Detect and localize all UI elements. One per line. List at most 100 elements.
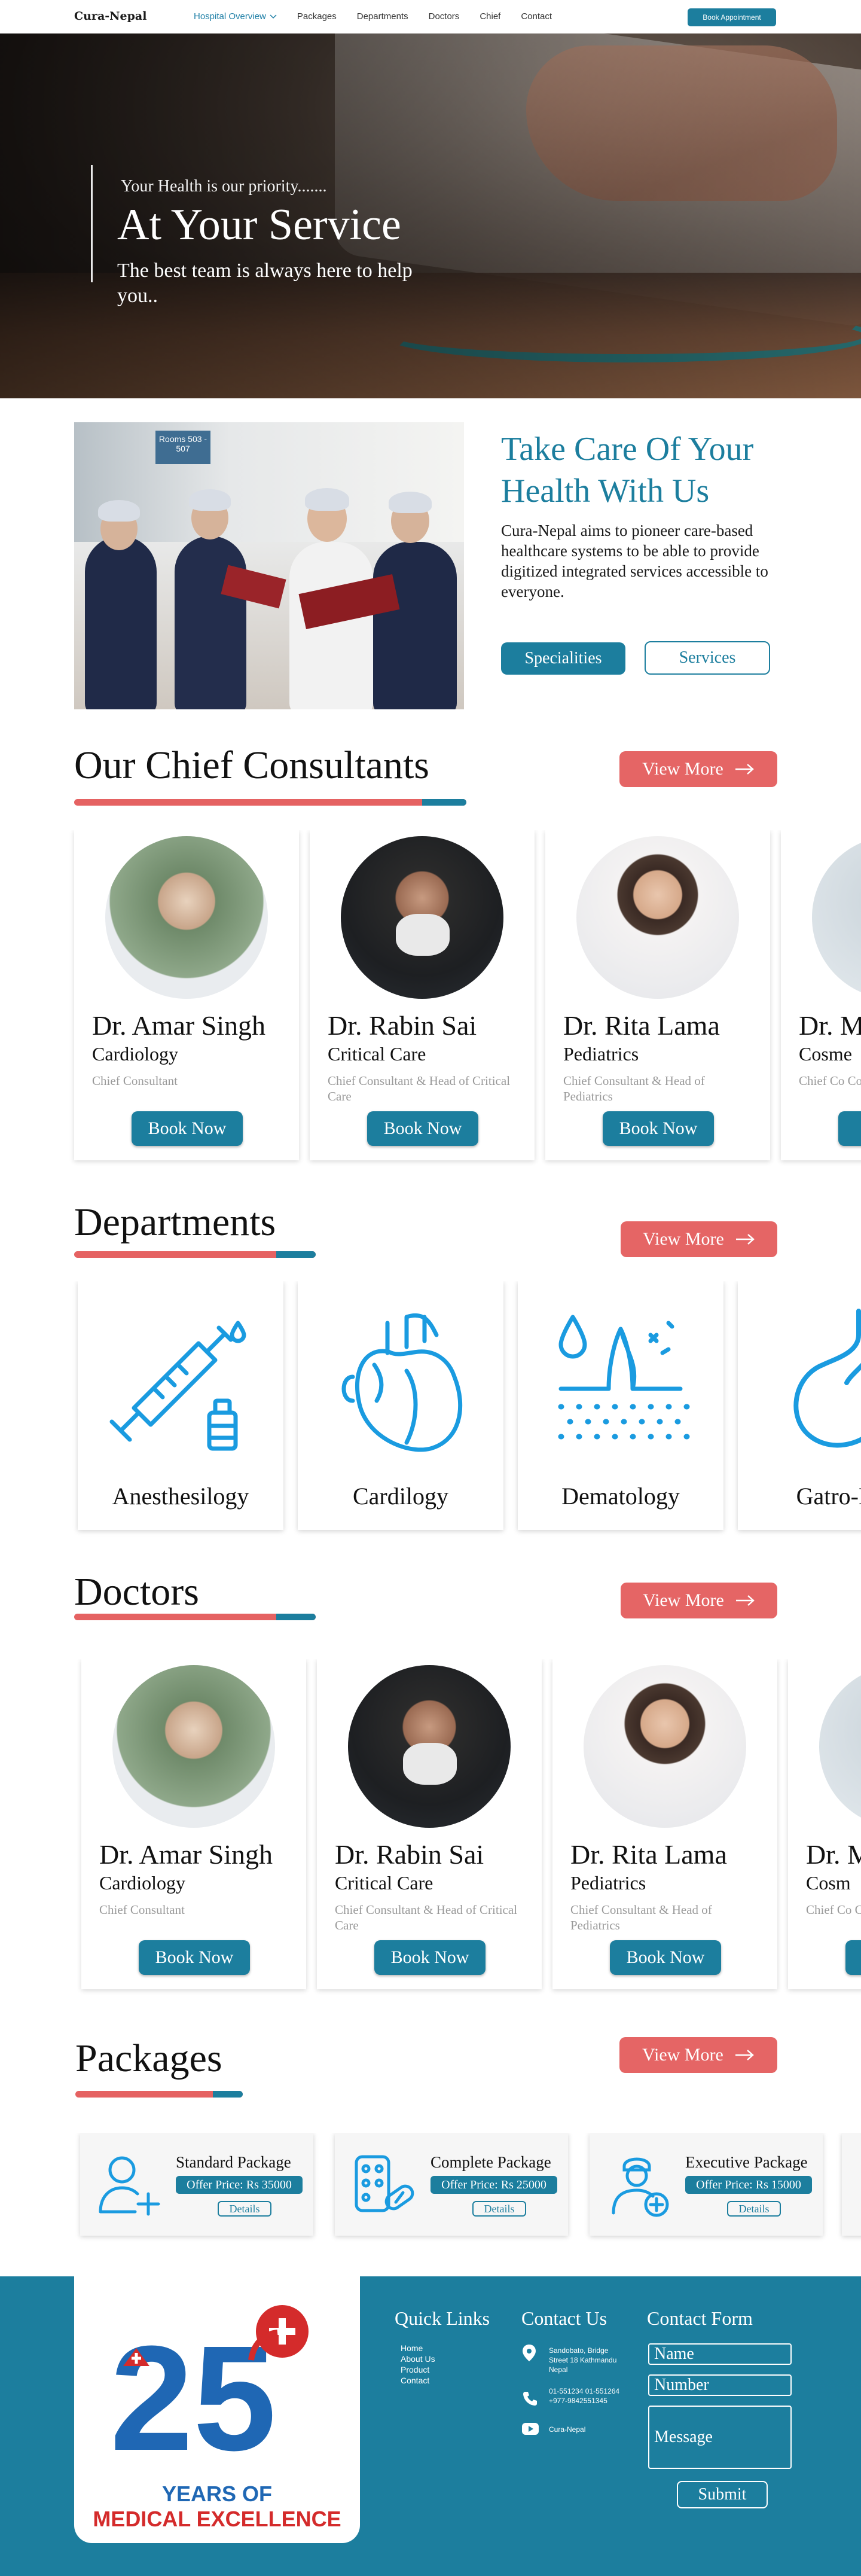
footer-link-about[interactable]: About Us xyxy=(401,2354,435,2364)
book-now-button[interactable]: Book Now xyxy=(139,1940,250,1975)
doctor-role: Chief Co Cosmetic xyxy=(806,1903,861,1917)
message-field[interactable]: Message xyxy=(648,2406,792,2469)
department-card[interactable]: Anesthesilogy xyxy=(78,1281,283,1530)
department-name: Gatro-En xyxy=(796,1483,861,1510)
anniversary-logo: 25 YEARS OF MEDICAL EXCELLENCE xyxy=(74,2276,360,2543)
package-offer: Offer Price: Rs 15000 xyxy=(685,2176,812,2194)
department-card[interactable]: Dematology xyxy=(518,1281,723,1530)
nav-departments[interactable]: Departments xyxy=(357,11,408,22)
phone-numbers: 01-551234 01-551264 +977-9842551345 xyxy=(549,2387,620,2405)
department-name: Anesthesilogy xyxy=(112,1483,249,1510)
submit-button[interactable]: Submit xyxy=(677,2481,768,2508)
doctor-role: Chief Consultant xyxy=(92,1074,178,1088)
package-offer: Offer Price: Rs 25000 xyxy=(430,2176,557,2194)
arrow-right-icon xyxy=(735,764,754,775)
quick-links-title: Quick Links xyxy=(395,2307,490,2329)
package-card[interactable] xyxy=(842,2133,861,2236)
number-field[interactable]: Number xyxy=(648,2374,792,2396)
chief-view-more-button[interactable]: View More xyxy=(619,751,777,787)
doctor-name: Dr. Amar Singh xyxy=(92,1010,266,1041)
svg-text:25: 25 xyxy=(110,2315,276,2482)
nav-hospital-overview[interactable]: Hospital Overview xyxy=(194,11,277,22)
about-team-photo: Rooms 503 - 507 xyxy=(74,422,464,709)
departments-view-more-button[interactable]: View More xyxy=(621,1221,777,1257)
book-now-button[interactable] xyxy=(845,1940,861,1975)
arrow-right-icon xyxy=(735,2050,754,2060)
doctor-card: Dr. M Cosme Chief Co Cosmetic B xyxy=(781,830,861,1160)
doctors-view-more-button[interactable]: View More xyxy=(621,1583,777,1618)
packages-row: Standard Package Offer Price: Rs 35000 D… xyxy=(0,2133,861,2249)
youtube-icon[interactable] xyxy=(521,2422,539,2435)
doctor-cross-icon xyxy=(612,2157,669,2217)
doctor-avatar xyxy=(341,836,503,999)
about-title: Take Care Of Your Health With Us xyxy=(501,431,754,510)
hero-accent-bar xyxy=(91,165,93,282)
package-offer: Offer Price: Rs 35000 xyxy=(176,2176,303,2194)
footer-link-contact[interactable]: Contact xyxy=(401,2376,429,2385)
section-underline xyxy=(74,1614,316,1620)
syringe-icon xyxy=(109,1321,246,1451)
hero-pretitle: Your Health is our priority....... xyxy=(121,177,327,196)
youtube-channel[interactable]: Cura-Nepal xyxy=(549,2425,585,2434)
doctor-card: Dr. Amar Singh Cardiology Chief Consulta… xyxy=(74,830,299,1160)
book-now-button[interactable]: Book Now xyxy=(367,1111,478,1146)
svg-text:MEDICAL EXCELLENCE: MEDICAL EXCELLENCE xyxy=(93,2507,341,2531)
doctor-avatar xyxy=(112,1665,275,1828)
contact-form-title: Contact Form xyxy=(647,2307,753,2329)
book-now-button[interactable]: Book Now xyxy=(610,1940,721,1975)
doctor-card: Dr. Rabin Sai Critical Care Chief Consul… xyxy=(317,1659,542,1989)
book-appointment-button[interactable]: Book Appointment xyxy=(688,8,776,26)
package-card[interactable]: Executive Package Offer Price: Rs 15000 … xyxy=(590,2133,823,2236)
department-card[interactable]: Gatro-En xyxy=(738,1281,861,1530)
doctor-specialty: Critical Care xyxy=(328,1043,426,1065)
packages-view-more-button[interactable]: View More xyxy=(619,2037,777,2073)
nav-chief[interactable]: Chief xyxy=(480,11,500,22)
book-now-button[interactable]: Book Now xyxy=(132,1111,243,1146)
doctor-specialty: Cosm xyxy=(806,1872,851,1894)
skin-layer-icon xyxy=(558,1315,690,1440)
doctor-name: Dr. Amar Singh xyxy=(99,1839,273,1870)
specialities-button[interactable]: Specialities xyxy=(501,642,625,675)
nav-packages[interactable]: Packages xyxy=(297,11,337,22)
location-pin-icon xyxy=(523,2345,536,2361)
book-now-button[interactable]: Book Now xyxy=(374,1940,486,1975)
hero-title: At Your Service xyxy=(117,200,401,249)
brand-logo[interactable]: Cura-Nepal xyxy=(74,10,146,23)
packages-section-title: Packages xyxy=(75,2037,222,2080)
package-details-button[interactable]: Details xyxy=(727,2201,781,2217)
package-details-button[interactable]: Details xyxy=(218,2201,271,2217)
chevron-down-icon xyxy=(270,14,277,19)
package-card[interactable]: Standard Package Offer Price: Rs 35000 D… xyxy=(80,2133,313,2236)
arrow-right-icon xyxy=(735,1595,755,1606)
doctor-avatar xyxy=(348,1665,511,1828)
package-details-button[interactable]: Details xyxy=(472,2201,526,2217)
nav-doctors[interactable]: Doctors xyxy=(429,11,460,22)
doctor-name: Dr. Rita Lama xyxy=(570,1839,727,1870)
package-name: Standard Package xyxy=(176,2153,291,2171)
chief-section-title: Our Chief Consultants xyxy=(74,743,429,787)
nav-contact[interactable]: Contact xyxy=(521,11,552,22)
about-text: Cura-Nepal aims to pioneer care-based he… xyxy=(501,522,768,600)
package-card[interactable]: Complete Package Offer Price: Rs 25000 D… xyxy=(335,2133,568,2236)
doctor-card: Dr. Amar Singh Cardiology Chief Consulta… xyxy=(81,1659,306,1989)
footer-link-product[interactable]: Product xyxy=(401,2365,429,2374)
address-text: Sandobato, Bridge Street 18 Kathmandu Ne… xyxy=(549,2346,617,2374)
department-card[interactable]: Cardilogy xyxy=(298,1281,503,1530)
room-sign: Rooms 503 - 507 xyxy=(155,431,210,464)
name-field[interactable]: Name xyxy=(648,2343,792,2365)
hero-subtitle: The best team is always here to help you… xyxy=(117,260,413,307)
footer-link-home[interactable]: Home xyxy=(401,2343,423,2353)
book-now-button[interactable]: B xyxy=(838,1111,861,1146)
svg-text:YEARS OF: YEARS OF xyxy=(162,2482,272,2506)
doctor-specialty: Cardiology xyxy=(99,1872,185,1894)
doctor-card: Dr. Rabin Sai Critical Care Chief Consul… xyxy=(310,830,535,1160)
doctor-card: Dr. Rita Lama Pediatrics Chief Consultan… xyxy=(545,830,770,1160)
section-underline xyxy=(74,799,466,806)
mask-shape xyxy=(403,1743,457,1785)
doctor-role: Chief Co Cosmetic xyxy=(799,1074,861,1088)
book-now-button[interactable]: Book Now xyxy=(603,1111,714,1146)
services-button[interactable]: Services xyxy=(645,641,770,675)
pills-icon xyxy=(355,2155,414,2212)
package-name: Complete Package xyxy=(430,2153,551,2171)
doctor-role: Chief Consultant & Head of Pediatrics xyxy=(563,1074,705,1103)
